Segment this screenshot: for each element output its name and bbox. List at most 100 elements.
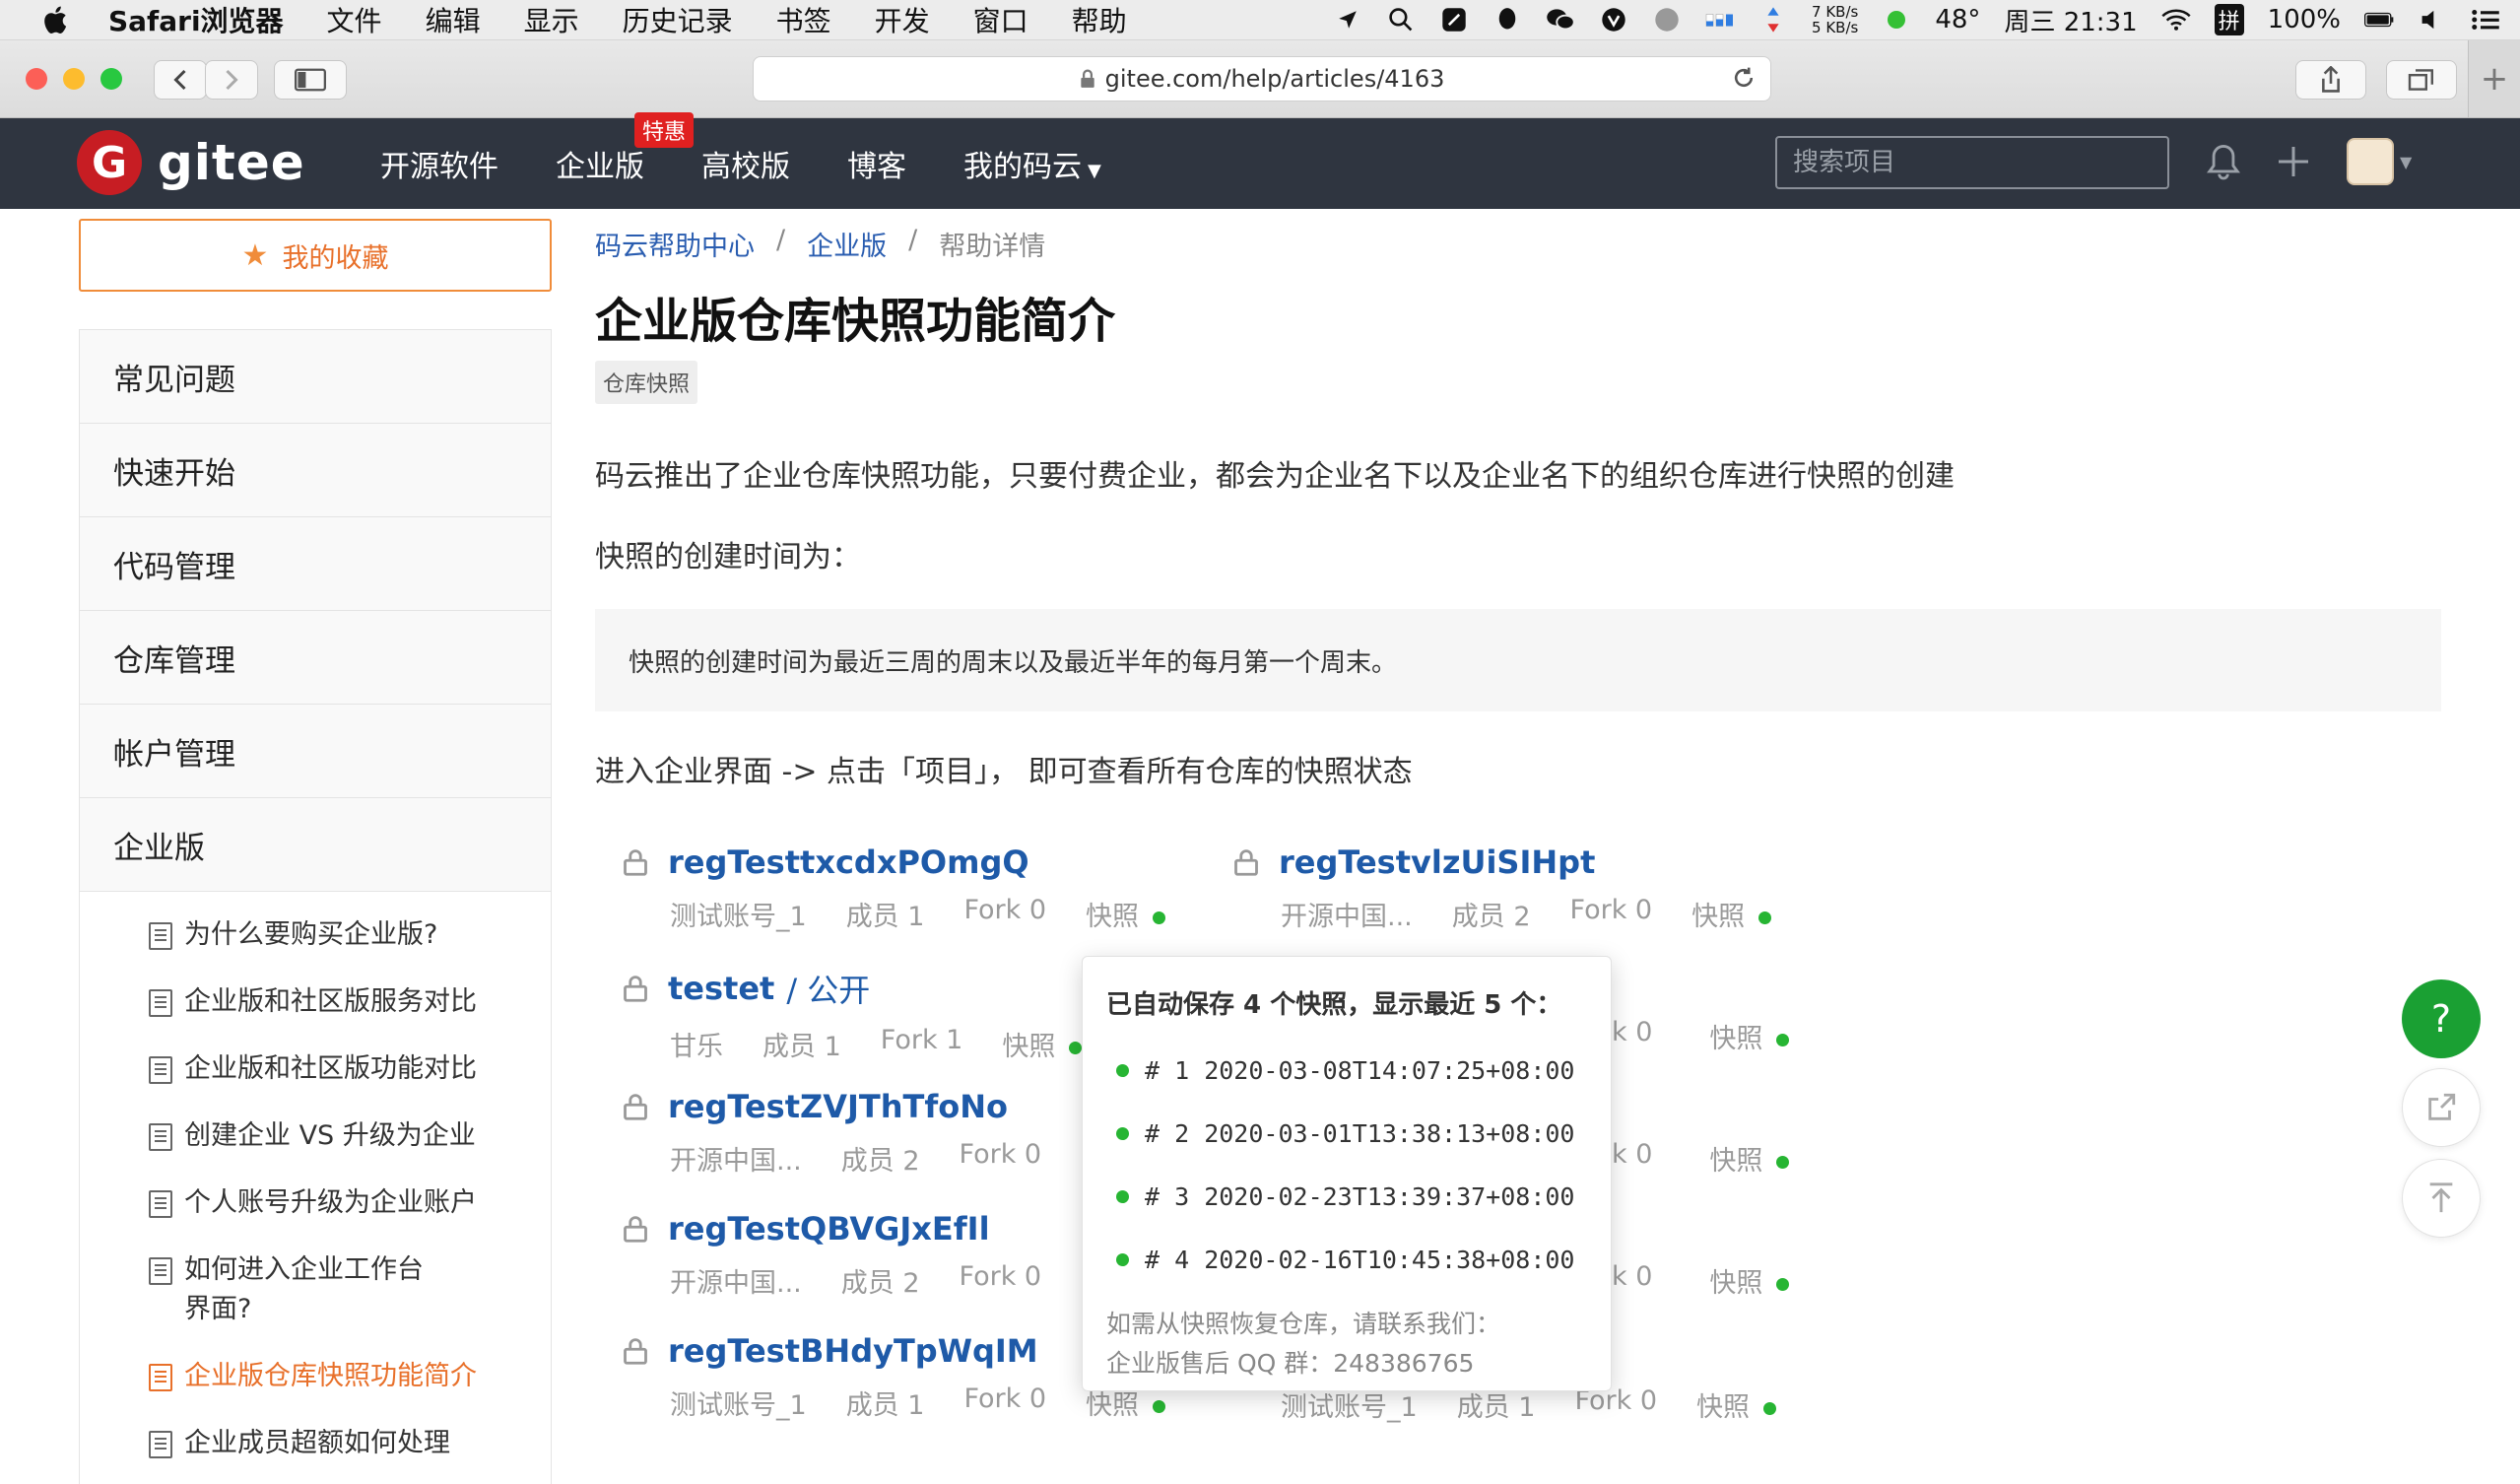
repo-members[interactable]: 成员 2 <box>1452 895 1531 933</box>
volume-icon[interactable] <box>2418 5 2447 34</box>
globe-icon[interactable] <box>1652 5 1682 34</box>
reload-icon[interactable] <box>1731 65 1757 91</box>
repo-owner[interactable]: 测试账号_1 <box>670 1383 807 1422</box>
snapshot-item[interactable]: # 3 2020-02-23T13:39:37+08:00 <box>1106 1165 1587 1228</box>
search-input[interactable] <box>1775 136 2169 189</box>
clock[interactable]: 周三 21:31 <box>2004 2 2137 38</box>
spotlight-search-icon[interactable] <box>1386 5 1416 34</box>
forward-button[interactable] <box>205 60 258 100</box>
share-button[interactable] <box>2295 60 2366 100</box>
menu-edit[interactable]: 编辑 <box>426 0 481 39</box>
repo-forks[interactable]: k 0 <box>1612 1017 1652 1055</box>
vpn-icon[interactable] <box>1599 5 1628 34</box>
menu-file[interactable]: 文件 <box>327 0 382 39</box>
sidebar-category-quick-start[interactable]: 快速开始 <box>80 424 551 517</box>
bell-icon[interactable] <box>2207 142 2240 181</box>
new-tab-button[interactable]: + <box>2468 40 2520 117</box>
cpu-meter-icon[interactable] <box>1705 5 1735 34</box>
repo-name-link[interactable]: regTestBHdyTpWqIM <box>668 1332 1038 1370</box>
menu-history[interactable]: 历史记录 <box>623 0 733 39</box>
repo-forks[interactable]: Fork 0 <box>963 1383 1046 1422</box>
repo-members[interactable]: 成员 1 <box>763 1025 841 1063</box>
wifi-icon[interactable] <box>2161 5 2191 34</box>
repo-forks[interactable]: Fork 0 <box>963 895 1046 933</box>
sidebar-article-active[interactable]: 企业版仓库快照功能简介 <box>80 1357 551 1396</box>
repo-forks[interactable]: k 0 <box>1612 1261 1652 1300</box>
repo-owner[interactable]: 测试账号_1 <box>670 895 807 933</box>
tabs-overview-button[interactable] <box>2386 60 2457 100</box>
url-text[interactable]: gitee.com/help/articles/4163 <box>1105 65 1445 93</box>
snapshot-item[interactable]: # 1 2020-03-08T14:07:25+08:00 <box>1106 1039 1587 1102</box>
feedback-button[interactable] <box>2402 1068 2481 1147</box>
repo-snapshot[interactable]: 快照 <box>1709 1139 1790 1178</box>
sidebar-article[interactable]: 如何进入企业工作台界面? <box>80 1250 444 1329</box>
sidebar-article[interactable]: 个人账号升级为企业账户 <box>80 1183 551 1223</box>
article-tag[interactable]: 仓库快照 <box>595 361 698 404</box>
sidebar-article[interactable]: 企业版和社区版服务对比 <box>80 982 551 1022</box>
repo-owner[interactable]: 甘乐 <box>670 1025 723 1063</box>
repo-name-link[interactable]: testet <box>668 970 774 1007</box>
nav-enterprise[interactable]: 企业版 特惠 <box>556 112 695 185</box>
menu-window[interactable]: 窗口 <box>973 0 1028 39</box>
minimize-window-button[interactable] <box>63 68 85 90</box>
favorites-button[interactable]: ★ 我的收藏 <box>79 219 552 292</box>
repo-forks[interactable]: Fork 0 <box>1570 895 1653 933</box>
back-to-top-button[interactable] <box>2402 1159 2481 1238</box>
address-bar[interactable]: gitee.com/help/articles/4163 <box>753 56 1771 101</box>
nav-open-source[interactable]: 开源软件 <box>380 142 498 185</box>
repo-forks[interactable]: Fork 1 <box>881 1025 963 1063</box>
apple-icon[interactable] <box>39 4 69 35</box>
location-arrow-icon[interactable] <box>1333 5 1362 34</box>
sidebar-article[interactable]: 企业成员超额如何处理 <box>80 1424 551 1463</box>
repo-snapshot[interactable]: 快照 <box>1002 1025 1083 1063</box>
nav-education[interactable]: 高校版 <box>701 142 790 185</box>
zoom-window-button[interactable] <box>100 68 122 90</box>
battery-icon[interactable] <box>2364 5 2394 34</box>
repo-name-link[interactable]: regTesttxcdxPOmgQ <box>668 843 1029 881</box>
repo-snapshot[interactable]: 快照 <box>1696 1385 1777 1424</box>
menu-help[interactable]: 帮助 <box>1072 0 1127 39</box>
help-button[interactable]: ? <box>2402 979 2481 1058</box>
repo-forks[interactable]: Fork 0 <box>960 1139 1042 1178</box>
sidebar-article[interactable]: 创建企业 VS 升级为企业 <box>80 1116 551 1156</box>
repo-owner[interactable]: 开源中国... <box>670 1261 802 1300</box>
repo-members[interactable]: 成员 1 <box>846 1383 925 1422</box>
repo-owner[interactable]: 开源中国... <box>1281 895 1413 933</box>
repo-name-link[interactable]: regTestvlzUiSIHpt <box>1279 843 1595 881</box>
app-tray-icon[interactable] <box>1439 5 1469 34</box>
menu-bookmarks[interactable]: 书签 <box>776 0 831 39</box>
sidebar-category-repo-management[interactable]: 仓库管理 <box>80 611 551 705</box>
wechat-icon[interactable] <box>1546 5 1575 34</box>
input-method-icon[interactable]: 拼 <box>2214 4 2244 35</box>
repo-snapshot[interactable]: 快照 <box>1709 1261 1790 1300</box>
menu-develop[interactable]: 开发 <box>875 0 930 39</box>
gitee-logo[interactable]: G gitee <box>77 130 305 195</box>
repo-snapshot[interactable]: 快照 <box>1691 895 1772 933</box>
back-button[interactable] <box>154 60 207 100</box>
notification-center-icon[interactable] <box>2471 5 2500 34</box>
breadcrumb-home[interactable]: 码云帮助中心 <box>595 225 755 263</box>
repo-snapshot[interactable]: 快照 <box>1086 895 1166 933</box>
nav-my-gitee[interactable]: 我的码云 ▼ <box>963 142 1101 185</box>
repo-name-link[interactable]: regTestZVJThTfoNo <box>668 1088 1008 1125</box>
nav-blog[interactable]: 博客 <box>847 142 906 185</box>
qq-icon[interactable] <box>1492 5 1522 34</box>
sidebar-category-account-management[interactable]: 帐户管理 <box>80 705 551 798</box>
breadcrumb-section[interactable]: 企业版 <box>807 225 887 263</box>
repo-members[interactable]: 成员 2 <box>841 1139 920 1178</box>
menu-app-name[interactable]: Safari浏览器 <box>108 0 284 39</box>
repo-forks[interactable]: Fork 0 <box>960 1261 1042 1300</box>
sidebar-article[interactable]: 为什么要购买企业版? <box>80 915 551 955</box>
plus-icon[interactable] <box>2276 144 2311 179</box>
repo-owner[interactable]: 开源中国... <box>670 1139 802 1178</box>
sidebar-toggle-button[interactable] <box>274 60 347 100</box>
sidebar-category-code-management[interactable]: 代码管理 <box>80 517 551 611</box>
snapshot-item[interactable]: # 2 2020-03-01T13:38:13+08:00 <box>1106 1102 1587 1165</box>
snapshot-item[interactable]: # 4 2020-02-16T10:45:38+08:00 <box>1106 1228 1587 1291</box>
repo-snapshot[interactable]: 快照 <box>1709 1017 1790 1055</box>
repo-name-link[interactable]: regTestQBVGJxEfIl <box>668 1210 990 1248</box>
close-window-button[interactable] <box>26 68 47 90</box>
menu-view[interactable]: 显示 <box>524 0 579 39</box>
sidebar-article[interactable]: 企业版和社区版功能对比 <box>80 1049 551 1089</box>
repo-members[interactable]: 成员 1 <box>846 895 925 933</box>
